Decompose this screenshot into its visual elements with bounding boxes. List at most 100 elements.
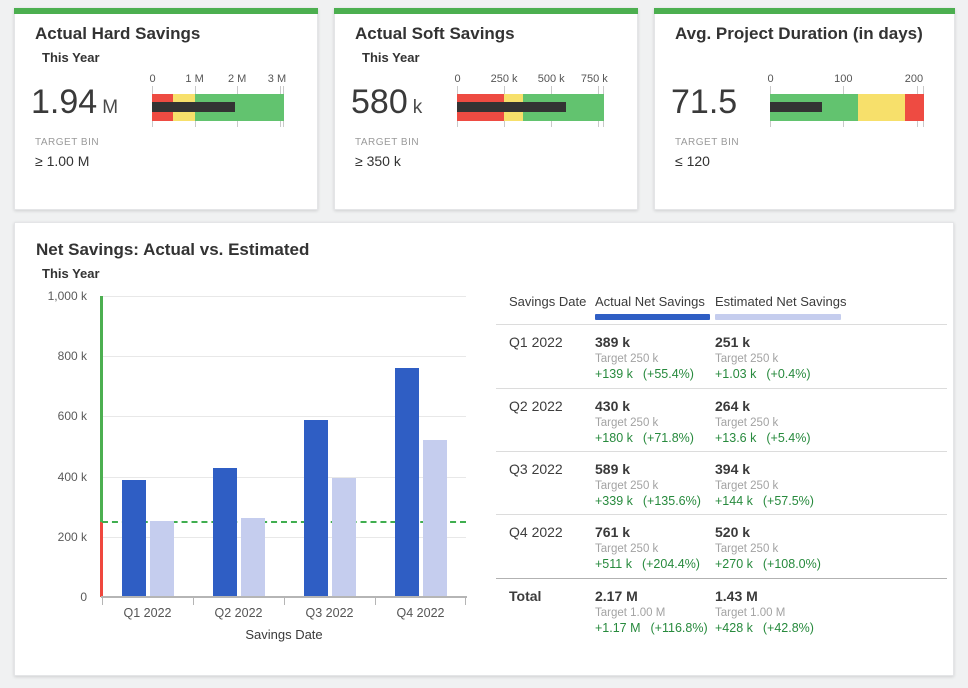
actual-value[interactable]: 589 k: [595, 461, 630, 477]
table-row-separator: [496, 451, 947, 452]
estimated-delta-percent: (+42.8%): [763, 621, 814, 635]
bullet-axis-tick-label: 750 k: [581, 73, 608, 85]
estimated-delta: +144 k(+57.5%): [715, 494, 814, 508]
table-row-separator: [496, 388, 947, 389]
column-chart-plot-area: Q1 2022Q2 2022Q3 2022Q4 2022: [102, 296, 466, 597]
actual-delta-value: +511 k: [595, 557, 632, 571]
estimated-net-savings-bar-q1-2022[interactable]: [150, 521, 174, 597]
actual-net-savings-bar-q1-2022[interactable]: [122, 480, 146, 597]
kpi-subtitle: This Year: [42, 50, 100, 65]
bullet-axis-tick-label: 3 M: [268, 73, 286, 85]
actual-delta: +339 k (+135.6%): [595, 494, 701, 508]
kpi-card-avg-project-duration: Avg. Project Duration (in days) 71.5 0 10…: [654, 8, 955, 210]
kpi-card-actual-hard-savings: Actual Hard Savings This Year 1.94M 01 M…: [14, 8, 318, 210]
estimated-delta: +13.6 k (+5.4%): [715, 431, 810, 445]
kpi-target-bin-value: ≥ 1.00 M: [35, 153, 89, 169]
x-axis-tick-label: Q4 2022: [375, 606, 466, 620]
actual-value[interactable]: 2.17 M: [595, 588, 638, 604]
actual-delta: +139 k(+55.4%): [595, 367, 694, 381]
kpi-value: 1.94M: [31, 83, 118, 122]
bullet-measure-bar: [457, 102, 566, 112]
actual-value[interactable]: 389 k: [595, 334, 630, 350]
estimated-delta-value: +428 k: [715, 621, 753, 635]
estimated-net-savings-bar-q2-2022[interactable]: [241, 518, 265, 597]
kpi-card-actual-soft-savings: Actual Soft Savings This Year 580k 0250 …: [334, 8, 638, 210]
table-header-actual-net-savings[interactable]: Actual Net Savings: [595, 294, 705, 309]
card-accent-strip: [14, 8, 318, 14]
y-axis-tick-label: 200 k: [15, 530, 87, 544]
estimated-value[interactable]: 394 k: [715, 461, 750, 477]
kpi-target-bin-value: ≥ 350 k: [355, 153, 401, 169]
actual-target: Target 250 k: [595, 543, 658, 555]
y-axis-target-bin-segment: [100, 522, 103, 597]
actual-delta-percent: (+71.8%): [643, 431, 694, 445]
y-axis-tick-label: 1,000 k: [15, 289, 87, 303]
bullet-axis-tick-label: 500 k: [538, 73, 565, 85]
y-axis-tick-label: 400 k: [15, 470, 87, 484]
bullet-axis-tick-label: 250 k: [491, 73, 518, 85]
estimated-delta-percent: (+57.5%): [763, 494, 814, 508]
estimated-value[interactable]: 520 k: [715, 524, 750, 540]
kpi-value-number: 580: [351, 83, 408, 121]
actual-delta: +180 k (+71.8%): [595, 431, 694, 445]
estimated-delta-value: +1.03 k: [715, 367, 756, 381]
estimated-net-savings-bar-q4-2022[interactable]: [423, 440, 447, 597]
estimated-net-savings-bar-q3-2022[interactable]: [332, 478, 356, 597]
chart-title: Net Savings: Actual vs. Estimated: [36, 240, 309, 260]
actual-net-savings-bar-q3-2022[interactable]: [304, 420, 328, 597]
bullet-axis-tick-label: 2 M: [228, 73, 246, 85]
card-accent-strip: [334, 8, 638, 14]
kpi-value: 71.5: [671, 83, 742, 122]
row-label[interactable]: Q4 2022: [509, 524, 563, 540]
x-axis-tick: [193, 597, 194, 605]
y-axis-tick-label: 600 k: [15, 409, 87, 423]
actual-delta-value: +180 k: [595, 431, 633, 445]
estimated-delta-value: +13.6 k: [715, 431, 756, 445]
estimated-target: Target 250 k: [715, 543, 778, 555]
actual-target: Target 250 k: [595, 480, 658, 492]
kpi-value: 580k: [351, 83, 422, 122]
bullet-axis-tick-label: 200: [905, 73, 923, 85]
bullet-axis-tick-label: 0: [768, 73, 774, 85]
x-axis-tick-label: Q2 2022: [193, 606, 284, 620]
row-label[interactable]: Q3 2022: [509, 461, 563, 477]
actual-delta: +511 k(+204.4%): [595, 557, 700, 571]
estimated-delta-percent: (+108.0%): [763, 557, 821, 571]
actual-delta-value: +339 k: [595, 494, 633, 508]
bullet-range-band: [858, 94, 905, 121]
bullet-chart-soft-savings[interactable]: 0250 k500 k750 k: [457, 73, 604, 131]
estimated-value[interactable]: 251 k: [715, 334, 750, 350]
actual-net-savings-bar-q4-2022[interactable]: [395, 368, 419, 597]
actual-series-legend-bar: [595, 314, 710, 320]
bullet-range-band: [905, 94, 924, 121]
table-row-separator: [496, 324, 947, 325]
kpi-title: Actual Soft Savings: [355, 24, 515, 44]
row-label[interactable]: Q2 2022: [509, 398, 563, 414]
kpi-value-number: 71.5: [671, 83, 737, 121]
estimated-target: Target 250 k: [715, 353, 778, 365]
x-axis-tick: [284, 597, 285, 605]
x-axis-tick-label: Q3 2022: [284, 606, 375, 620]
estimated-delta-percent: (+5.4%): [766, 431, 810, 445]
actual-target: Target 1.00 M: [595, 607, 665, 619]
table-header-savings-date[interactable]: Savings Date: [509, 294, 586, 309]
kpi-target-bin-value: ≤ 120: [675, 153, 710, 169]
actual-value[interactable]: 761 k: [595, 524, 630, 540]
chart-subtitle: This Year: [42, 266, 100, 281]
estimated-delta: +270 k(+108.0%): [715, 557, 821, 571]
actual-target: Target 250 k: [595, 417, 658, 429]
kpi-title: Avg. Project Duration (in days): [675, 24, 923, 44]
row-label[interactable]: Q1 2022: [509, 334, 563, 350]
bullet-chart-hard-savings[interactable]: 01 M2 M3 M: [152, 73, 284, 131]
x-axis-title: Savings Date: [102, 627, 466, 642]
actual-net-savings-bar-q2-2022[interactable]: [213, 468, 237, 597]
actual-delta-percent: (+135.6%): [643, 494, 701, 508]
actual-value[interactable]: 430 k: [595, 398, 630, 414]
bullet-axis-tick-label: 0: [455, 73, 461, 85]
bullet-chart-project-duration[interactable]: 0 100 200: [770, 73, 924, 131]
row-label[interactable]: Total: [509, 588, 541, 604]
estimated-value[interactable]: 1.43 M: [715, 588, 758, 604]
estimated-value[interactable]: 264 k: [715, 398, 750, 414]
bullet-axis-tick-label: 100: [834, 73, 852, 85]
table-header-estimated-net-savings[interactable]: Estimated Net Savings: [715, 294, 847, 309]
